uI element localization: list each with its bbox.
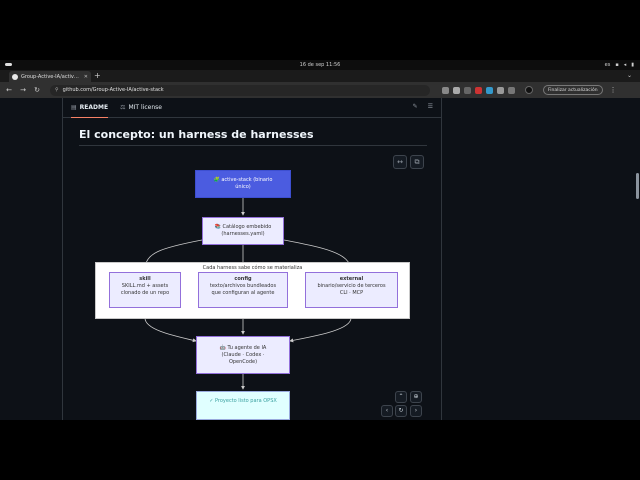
node-skill: skill SKILL.md + assets clonado de un re… [109,272,181,308]
pan-right-icon[interactable]: › [410,405,422,417]
downloads-icon[interactable] [508,86,515,94]
browser-toolbar: ← → ↻ ⚲ github.com/Group-Active-IA/activ… [0,82,640,98]
node-skill-line2: clonado de un repo [120,290,170,296]
os-top-bar: 16 de sep 11:56 es ▪ ◂ ▮ [0,60,640,70]
book-icon: ▤ [71,103,77,111]
node-done: ✓ Proyecto listo para OPSX [196,391,290,420]
tab-license-label: MIT license [128,104,162,111]
extension-icon[interactable] [453,86,460,94]
fullscreen-expand-icon[interactable]: ↔ [393,155,407,169]
tab-readme[interactable]: ▤ README [71,98,109,118]
new-tab-button[interactable]: + [94,71,101,81]
browser-tab-active[interactable]: Group-Active-IA/active-st... ✕ [9,71,91,82]
close-tab-icon[interactable]: ✕ [84,74,88,80]
node-active-stack: 🧩 active-stack (binario único) [195,170,291,198]
node-skill-line1: SKILL.md + assets [121,283,169,289]
node-skill-title: skill [139,276,151,282]
github-page: ▤ README ⚖ MIT license ✎ ☰ El concepto: … [0,98,640,420]
outline-list-icon[interactable]: ☰ [428,103,433,110]
browser-tab-strip: Group-Active-IA/active-st... ✕ + ⌄ [0,70,640,82]
node-agent-line3: OpenCode) [228,358,258,365]
update-button[interactable]: Finalizar actualización [543,85,603,95]
screen: 16 de sep 11:56 es ▪ ◂ ▮ Group-Active-IA… [0,0,640,480]
tab-title: Group-Active-IA/active-st... [21,73,81,80]
node-agent-line1: 🤖 Tu agente de IA [219,344,267,351]
copy-icon[interactable]: ⧉ [410,155,424,169]
extension-blue-icon[interactable] [486,86,493,94]
extensions-area [442,86,515,94]
site-info-icon[interactable]: ⚲ [55,87,59,93]
cluster-title: Cada harness sabe cómo se materializa [202,265,303,271]
node-agent-line2: (Claude · Codex · [221,351,265,358]
node-agent: 🤖 Tu agente de IA (Claude · Codex · Open… [196,336,290,374]
readme-actions: ✎ ☰ [413,103,433,110]
tab-license[interactable]: ⚖ MIT license [120,98,162,118]
pan-left-icon[interactable]: ‹ [381,405,393,417]
node-catalog-line1: 📚 Catálogo embebido [214,224,272,230]
network-icon: ▪ [615,62,619,68]
power-icon: ▮ [631,62,634,68]
heading-divider [79,145,427,146]
reset-view-icon[interactable]: ↻ [395,405,407,417]
volume-icon: ◂ [623,62,627,68]
forward-arrow-icon[interactable]: → [18,86,28,94]
cluster-harness-types: Cada harness sabe cómo se materializa sk… [95,262,410,319]
node-done-line1: ✓ Proyecto listo para OPSX [209,398,277,404]
os-clock[interactable]: 16 de sep 11:56 [0,62,640,68]
reload-icon[interactable]: ↻ [32,86,42,94]
bookmark-icon[interactable] [464,86,471,94]
node-config-title: config [234,276,252,282]
zoom-in-icon[interactable]: ⊕ [410,391,422,403]
url-text: github.com/Group-Active-IA/active-stack [62,87,164,93]
pan-up-icon[interactable]: ⌃ [395,391,407,403]
node-active-stack-line2: único) [235,184,251,190]
node-external-line1: binario/servicio de terceros [317,283,386,289]
readme-tabs: ▤ README ⚖ MIT license [63,98,441,118]
profile-avatar[interactable] [525,86,533,94]
system-tray[interactable]: es ▪ ◂ ▮ [605,62,634,68]
tab-list-chevron-icon[interactable]: ⌄ [627,72,632,79]
section-heading: El concepto: un harness de harnesses [79,128,314,141]
node-config: config texto/archivos bundleados que con… [198,272,288,308]
back-arrow-icon[interactable]: ← [4,86,14,94]
node-external: external binario/servicio de terceros CL… [305,272,398,308]
extensions-puzzle-icon[interactable] [497,86,504,94]
node-external-title: external [339,276,364,282]
scale-icon: ⚖ [120,104,126,111]
language-indicator[interactable]: es [605,62,611,68]
node-external-line2: CLI · MCP [339,290,364,296]
node-active-stack-line1: 🧩 active-stack (binario [213,177,273,183]
tab-readme-label: README [79,103,109,111]
node-catalog-line2: (harnesses.yaml) [221,231,265,237]
node-catalog: 📚 Catálogo embebido (harnesses.yaml) [202,217,284,245]
letterbox-bottom [0,420,640,480]
scrollbar-thumb[interactable] [636,173,639,199]
scrollbar[interactable] [634,98,640,420]
extension-red-icon[interactable] [475,86,482,94]
translate-icon[interactable] [442,86,449,94]
address-bar[interactable]: ⚲ github.com/Group-Active-IA/active-stac… [50,84,430,96]
github-favicon-icon [12,73,18,80]
node-config-line2: que configuran al agente [211,290,275,296]
browser-menu-icon[interactable]: ⋮ [610,86,617,94]
edit-pencil-icon[interactable]: ✎ [413,103,418,110]
node-config-line1: texto/archivos bundleados [209,283,277,289]
